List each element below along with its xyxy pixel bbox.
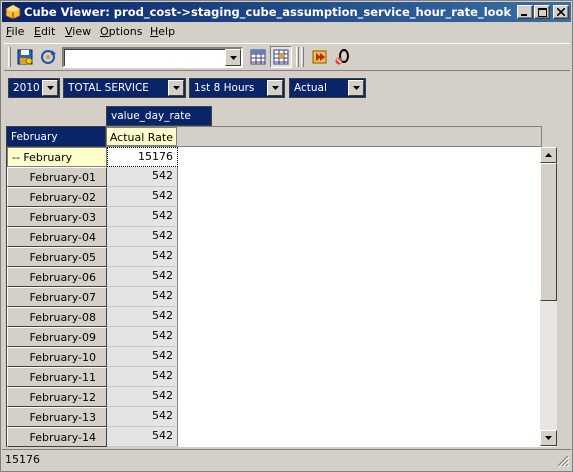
row-header[interactable]: February-11 <box>7 367 107 387</box>
maximize-button[interactable] <box>534 5 550 19</box>
maximize-icon <box>537 7 547 17</box>
menu-view[interactable]: View <box>65 25 91 38</box>
row-header[interactable]: February-07 <box>7 287 107 307</box>
zero-suppress-button[interactable] <box>332 46 354 68</box>
grid-cell[interactable]: 542 <box>107 287 178 307</box>
scroll-down-button[interactable] <box>540 430 557 446</box>
scroll-up-button[interactable] <box>540 147 557 163</box>
scenario-dropdown-button[interactable] <box>348 80 364 96</box>
toolbar-separator <box>296 47 299 67</box>
view-combo-dropdown-button[interactable] <box>225 49 241 66</box>
service-dimension-select[interactable]: TOTAL SERVICE <box>63 78 186 98</box>
grid-view-button[interactable] <box>247 46 269 68</box>
hours-dropdown-button[interactable] <box>267 80 283 96</box>
toolbar-grip[interactable] <box>8 47 11 67</box>
scroll-thumb[interactable] <box>540 163 557 301</box>
row-header[interactable]: February-10 <box>7 347 107 367</box>
chevron-down-icon <box>229 55 237 60</box>
cube-viewer-window: Cube Viewer: prod_cost->staging_cube_ass… <box>0 0 573 472</box>
close-button[interactable] <box>553 5 569 19</box>
row-header[interactable]: February-04 <box>7 227 107 247</box>
chevron-down-icon <box>46 86 54 90</box>
grid-icon <box>250 49 266 65</box>
data-grid: -- February February-01 February-02 Februar… <box>6 147 556 447</box>
grid-cell[interactable]: 542 <box>107 307 178 327</box>
menu-options[interactable]: Options <box>100 25 142 38</box>
grid-cell[interactable]: 542 <box>107 167 178 187</box>
grid-cell[interactable]: 542 <box>107 187 178 207</box>
row-header[interactable]: February-14 <box>7 427 107 447</box>
chevron-down-icon <box>271 86 279 90</box>
column-header-actual-rate[interactable]: Actual Rate <box>106 127 177 146</box>
drill-button[interactable] <box>309 46 331 68</box>
recalculate-button[interactable] <box>37 46 59 68</box>
grid-cell[interactable]: 542 <box>107 427 178 447</box>
close-icon <box>557 8 565 16</box>
service-dropdown-button[interactable] <box>168 80 184 96</box>
arrow-up-icon <box>545 153 552 157</box>
hours-dimension-select[interactable]: 1st 8 Hours <box>189 78 285 98</box>
scenario-dimension-select[interactable]: Actual <box>289 78 366 98</box>
grid-cell[interactable]: 542 <box>107 387 178 407</box>
grid-cell[interactable]: 542 <box>107 247 178 267</box>
toolbar <box>4 43 570 71</box>
row-header[interactable]: February-09 <box>7 327 107 347</box>
cell-view-button[interactable] <box>270 46 292 68</box>
menu-file[interactable]: File <box>6 25 24 38</box>
row-header[interactable]: February-08 <box>7 307 107 327</box>
cube-app-icon <box>5 4 21 20</box>
save-view-icon <box>17 49 33 65</box>
cell-grid-icon <box>273 49 289 65</box>
row-header[interactable]: February-01 <box>7 167 107 187</box>
drill-arrow-icon <box>312 50 327 64</box>
arrow-down-icon <box>545 436 552 440</box>
menu-edit[interactable]: Edit <box>34 25 55 38</box>
minimize-icon <box>521 14 527 16</box>
grid-cell[interactable]: 542 <box>107 327 178 347</box>
row-dimension-header[interactable]: February <box>6 126 106 147</box>
zero-suppress-icon <box>335 49 349 65</box>
row-header[interactable]: February-06 <box>7 267 107 287</box>
year-dropdown-button[interactable] <box>42 80 58 96</box>
status-text: 15176 <box>5 453 40 466</box>
chevron-down-icon <box>352 86 360 90</box>
row-header[interactable]: February-02 <box>7 187 107 207</box>
grid-cell[interactable]: 542 <box>107 367 178 387</box>
grid-cell[interactable]: 542 <box>107 347 178 367</box>
row-header[interactable]: February-03 <box>7 207 107 227</box>
recalculate-icon <box>41 50 56 64</box>
title-bar[interactable]: Cube Viewer: prod_cost->staging_cube_ass… <box>2 2 571 22</box>
year-dimension-select[interactable]: 2010 <box>8 78 60 98</box>
minimize-button[interactable] <box>517 5 533 19</box>
column-dimension-header[interactable]: value_day_rate <box>106 106 212 126</box>
grid-cell[interactable]: 542 <box>107 407 178 427</box>
row-header-total[interactable]: -- February <box>7 147 107 167</box>
grid-cell[interactable]: 542 <box>107 267 178 287</box>
grid-cell[interactable]: 542 <box>107 227 178 247</box>
grid-cell[interactable]: 542 <box>107 207 178 227</box>
resize-grip-icon[interactable] <box>557 455 569 467</box>
menu-bar: File Edit View Options Help <box>2 22 571 41</box>
row-header[interactable]: February-05 <box>7 247 107 267</box>
status-bar: 15176 <box>2 449 571 469</box>
view-name-combo[interactable] <box>62 47 243 68</box>
row-header[interactable]: February-12 <box>7 387 107 407</box>
row-header[interactable]: February-13 <box>7 407 107 427</box>
window-title: Cube Viewer: prod_cost->staging_cube_ass… <box>24 5 512 19</box>
save-view-button[interactable] <box>14 46 36 68</box>
toolbar-grip-2[interactable] <box>301 47 304 67</box>
menu-help[interactable]: Help <box>150 25 175 38</box>
vertical-scrollbar[interactable] <box>540 147 557 446</box>
grid-cell[interactable]: 15176 <box>107 147 178 167</box>
chevron-down-icon <box>172 86 180 90</box>
